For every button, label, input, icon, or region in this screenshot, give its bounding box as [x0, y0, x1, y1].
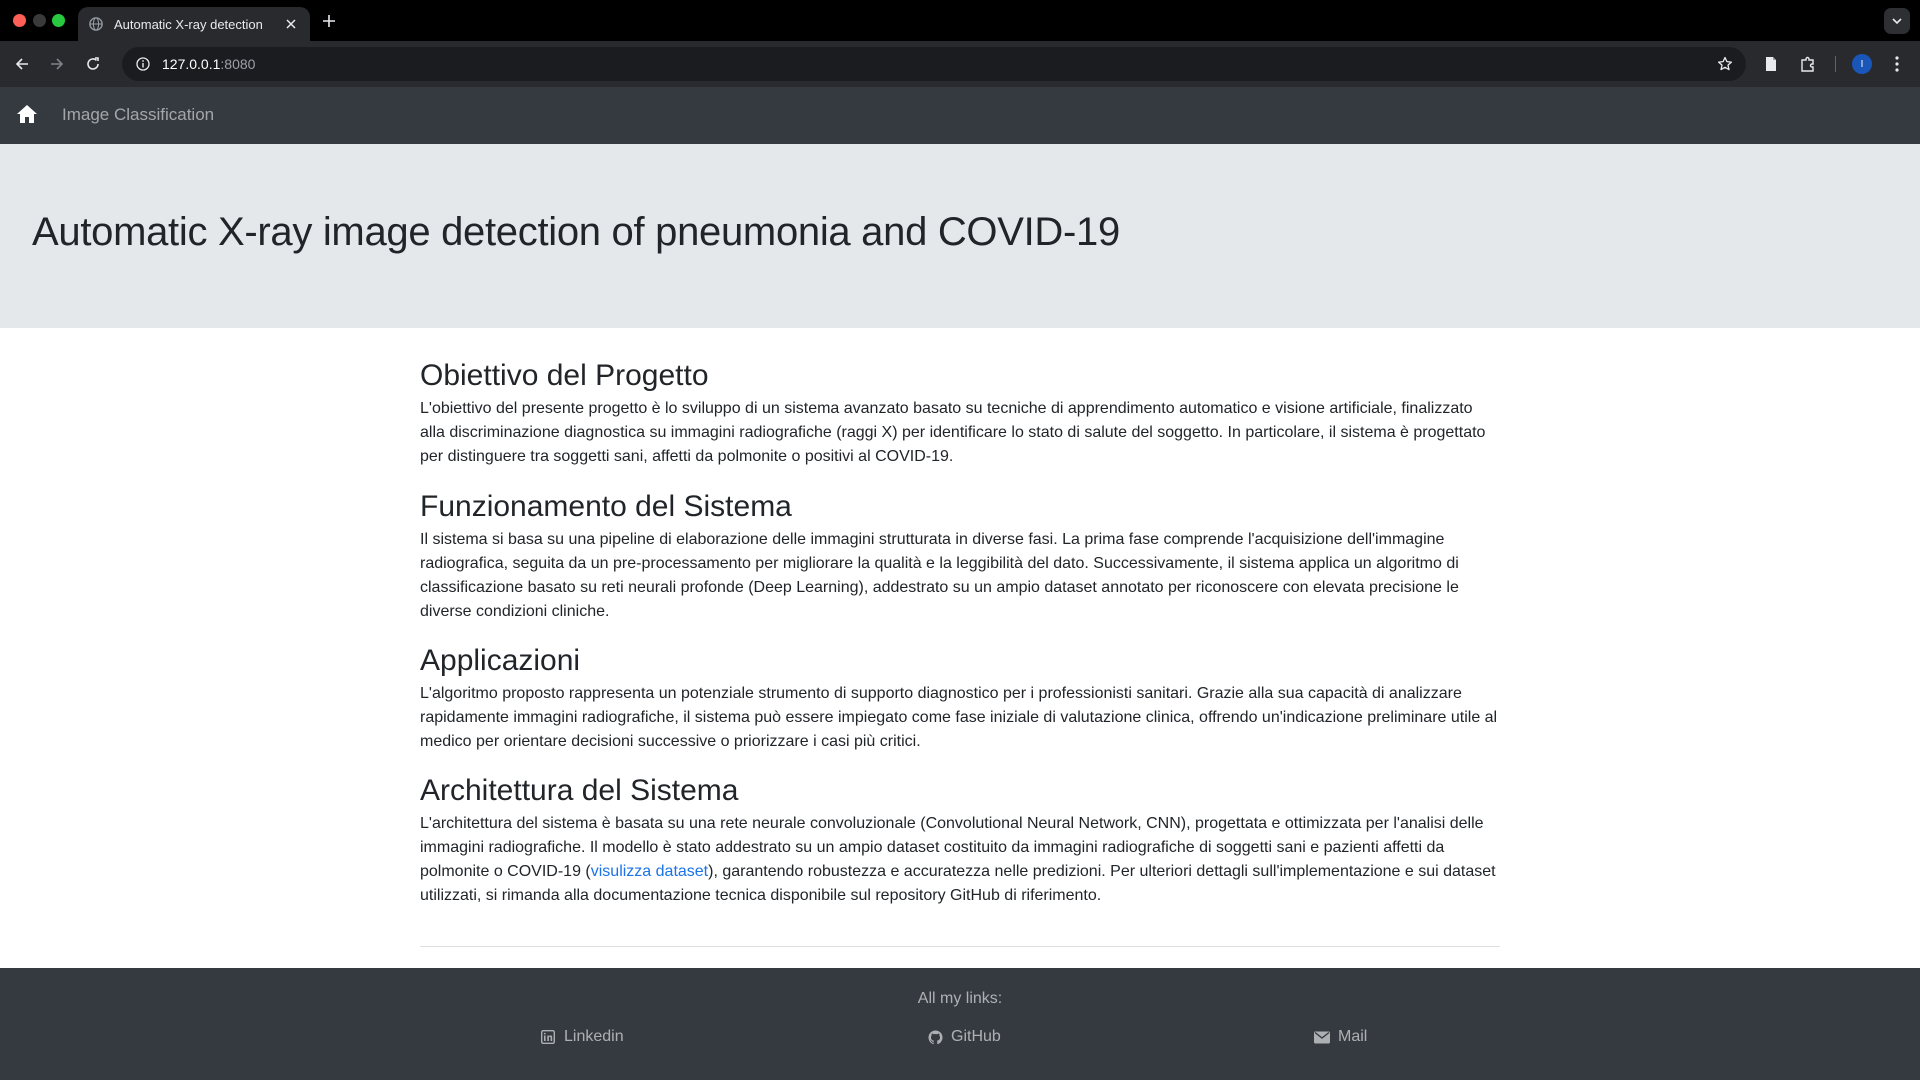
section-title: Architettura del Sistema: [420, 774, 739, 807]
linkedin-link[interactable]: Linkedin: [540, 1028, 624, 1046]
browser-tab-active[interactable]: Automatic X-ray detection: [78, 7, 310, 41]
browser-toolbar: 127.0.0.1:8080 I: [0, 41, 1920, 87]
footer-caption: All my links:: [917, 990, 1003, 1007]
section-text: Il sistema si basa su una pipeline di el…: [420, 531, 1459, 620]
github-link[interactable]: GitHub: [927, 1028, 1001, 1046]
site-footer: All my links: Linkedin GitHub Mail: [0, 968, 1920, 1080]
forward-arrow-icon[interactable]: [45, 52, 69, 76]
web-page: Image Classification Automatic X-ray ima…: [0, 87, 1920, 1080]
section-text: L'algoritmo proposto rappresenta un pote…: [420, 685, 1498, 750]
tab-search-button[interactable]: [1884, 8, 1910, 34]
section-title: Applicazioni: [420, 644, 581, 677]
hero-banner: Automatic X-ray image detection of pneum…: [0, 144, 1920, 328]
home-icon[interactable]: [15, 103, 39, 125]
page-title: Automatic X-ray image detection of pneum…: [32, 210, 1120, 254]
tab-title: Automatic X-ray detection: [114, 16, 263, 32]
new-tab-button[interactable]: [318, 10, 340, 32]
section-objective: Obiettivo del Progetto L'obiettivo del p…: [420, 358, 1500, 469]
browser-tab-bar: Automatic X-ray detection: [0, 0, 1920, 41]
footer-link-label: Mail: [1338, 1028, 1368, 1045]
footer-link-label: Linkedin: [564, 1028, 624, 1045]
section-architecture: Architettura del Sistema L'architettura …: [420, 773, 1500, 908]
window-minimize-button[interactable]: [33, 14, 46, 27]
footer-link-label: GitHub: [951, 1028, 1001, 1045]
url-text: 127.0.0.1:8080: [162, 56, 256, 72]
section-title: Funzionamento del Sistema: [420, 490, 792, 523]
globe-icon: [88, 16, 104, 32]
linkedin-icon: [540, 1029, 556, 1045]
content-divider: [420, 946, 1500, 947]
back-arrow-icon[interactable]: [10, 52, 34, 76]
section-functioning: Funzionamento del Sistema Il sistema si …: [420, 489, 1500, 624]
window-maximize-button[interactable]: [52, 14, 65, 27]
site-navbar: Image Classification: [0, 87, 1920, 144]
dataset-link[interactable]: visulizza dataset: [591, 863, 708, 880]
toolbar-divider: [1835, 56, 1836, 72]
extensions-puzzle-icon[interactable]: [1797, 53, 1819, 75]
github-icon: [927, 1029, 943, 1045]
mail-link[interactable]: Mail: [1314, 1028, 1367, 1046]
section-title: Obiettivo del Progetto: [420, 359, 709, 392]
window-close-button[interactable]: [13, 14, 26, 27]
section-text: L'architettura del sistema è basata su u…: [420, 815, 1496, 904]
reload-icon[interactable]: [81, 52, 105, 76]
close-icon[interactable]: [282, 15, 300, 33]
mail-icon: [1314, 1029, 1330, 1045]
site-info-icon[interactable]: [134, 55, 152, 73]
section-applications: Applicazioni L'algoritmo proposto rappre…: [420, 643, 1500, 754]
bookmark-star-icon[interactable]: [1716, 55, 1734, 73]
address-bar[interactable]: 127.0.0.1:8080: [122, 47, 1746, 81]
navbar-brand-link[interactable]: Image Classification: [62, 105, 214, 125]
reading-list-icon[interactable]: [1760, 53, 1782, 75]
section-text: L'obiettivo del presente progetto è lo s…: [420, 400, 1486, 465]
more-menu-icon[interactable]: [1886, 53, 1908, 75]
profile-avatar[interactable]: I: [1852, 54, 1872, 74]
